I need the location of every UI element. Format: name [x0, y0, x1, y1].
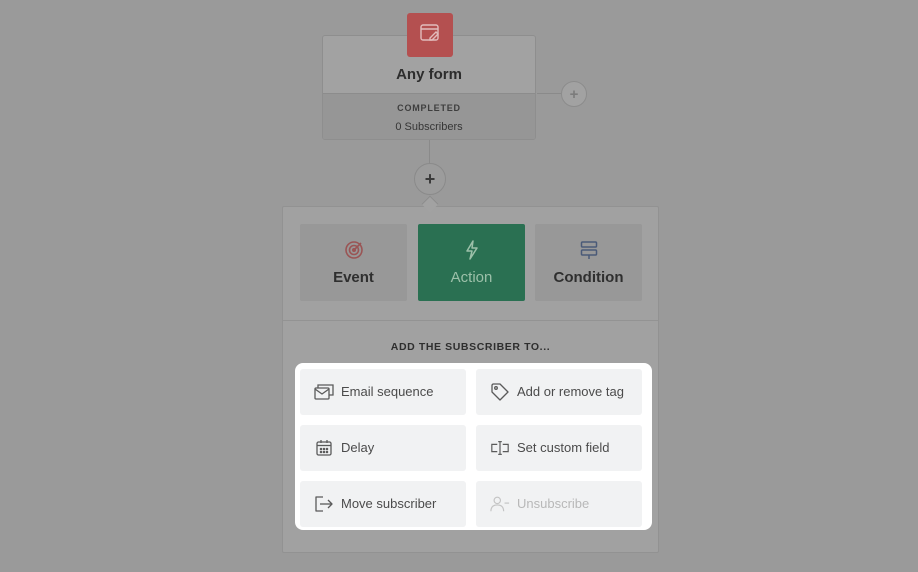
panel-divider [283, 320, 658, 321]
target-icon [344, 240, 364, 265]
trigger-footer: COMPLETED 0 Subscribers [323, 93, 535, 139]
connector-line-vertical [429, 140, 430, 164]
trigger-subscriber-count: 0 Subscribers [395, 121, 463, 133]
option-add-remove-tag[interactable]: Add or remove tag [476, 369, 642, 415]
add-step-button[interactable]: + [414, 163, 446, 195]
option-label: Set custom field [517, 440, 610, 455]
custom-field-icon [490, 438, 510, 458]
option-email-sequence[interactable]: Email sequence [300, 369, 466, 415]
tab-event[interactable]: Event [300, 224, 407, 301]
section-heading: ADD THE SUBSCRIBER TO... [390, 341, 551, 353]
form-edit-icon [419, 23, 441, 48]
tag-icon [490, 382, 510, 402]
trigger-status: COMPLETED [397, 103, 461, 113]
connector-line-horizontal [537, 93, 561, 94]
trigger-badge [407, 13, 453, 57]
tab-label: Event [333, 269, 374, 286]
option-label: Add or remove tag [517, 384, 624, 399]
option-move-subscriber[interactable]: Move subscriber [300, 481, 466, 527]
tab-label: Condition [553, 269, 624, 286]
plus-icon: + [569, 85, 579, 103]
calendar-icon [314, 438, 334, 458]
user-minus-icon [490, 494, 510, 514]
option-label: Email sequence [341, 384, 434, 399]
option-unsubscribe: Unsubscribe [476, 481, 642, 527]
plus-icon: + [424, 169, 436, 189]
option-label: Delay [341, 440, 375, 455]
option-label: Move subscriber [341, 496, 437, 511]
move-exit-icon [314, 494, 334, 514]
add-branch-button[interactable]: + [561, 81, 587, 107]
option-set-custom-field[interactable]: Set custom field [476, 425, 642, 471]
condition-icon [580, 240, 598, 265]
lightning-icon [465, 240, 479, 265]
email-sequence-icon [314, 382, 334, 402]
option-label: Unsubscribe [517, 496, 590, 511]
tab-label: Action [450, 269, 493, 286]
tab-condition[interactable]: Condition [535, 224, 642, 301]
tab-action[interactable]: Action [418, 224, 525, 301]
trigger-title: Any form [396, 66, 462, 83]
option-delay[interactable]: Delay [300, 425, 466, 471]
